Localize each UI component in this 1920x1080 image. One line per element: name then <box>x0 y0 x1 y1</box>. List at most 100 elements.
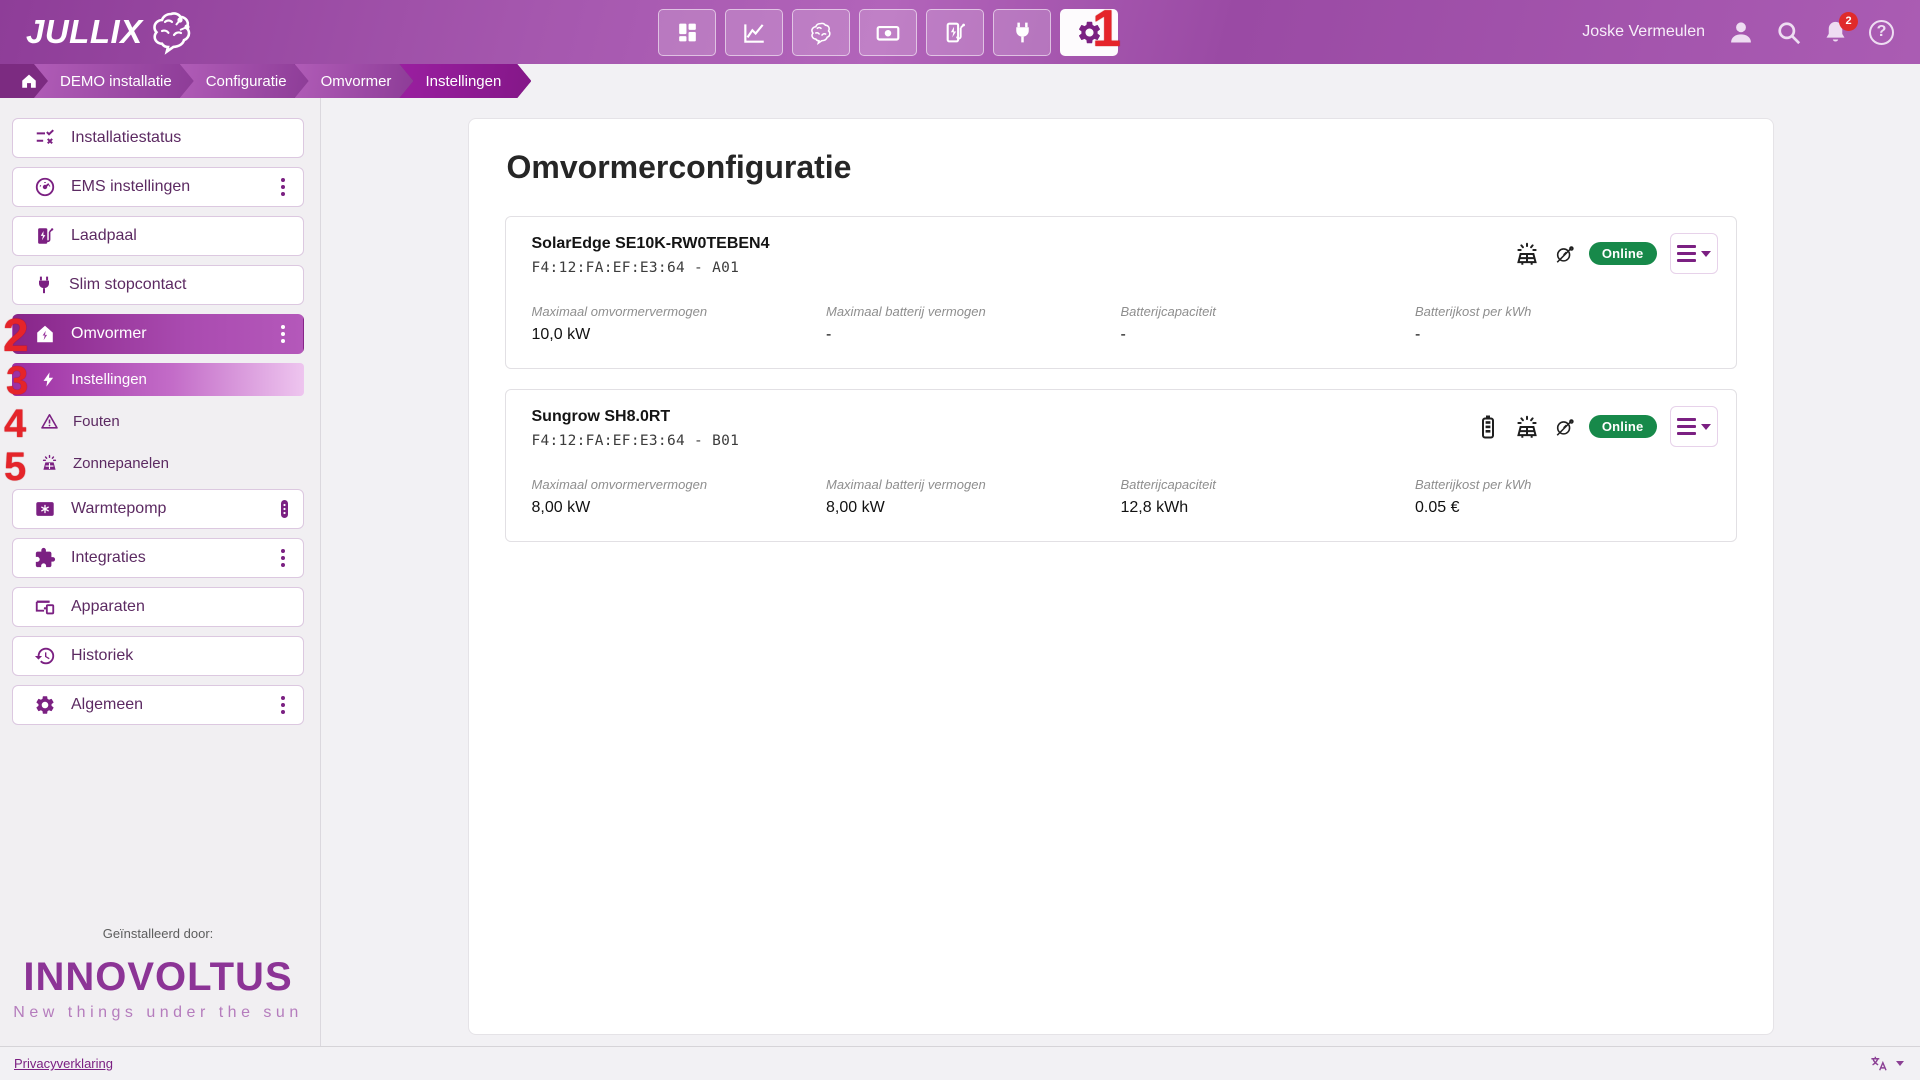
stat-label: Maximaal batterij vermogen <box>826 477 1121 492</box>
bolt-icon <box>40 371 57 388</box>
chart-icon <box>741 20 767 46</box>
inverter-status-group: Online <box>1476 406 1718 447</box>
help-icon[interactable]: ? <box>1869 20 1894 45</box>
toolbar-settings-button[interactable]: 1 <box>1060 9 1118 56</box>
sidebar-item-label: Laadpaal <box>71 227 137 245</box>
sidebar-nav: Installatiestatus EMS instellingen <box>12 118 304 725</box>
stat-value: - <box>1415 326 1710 344</box>
notifications-bell-icon[interactable]: 2 <box>1822 19 1849 46</box>
inverter-card-solaredge: SolarEdge SE10K-RW0TEBEN4 F4:12:FA:EF:E3… <box>505 216 1737 369</box>
gear-icon <box>34 694 56 716</box>
status-badge: Online <box>1589 415 1657 438</box>
sidebar-subitem-label: Fouten <box>73 413 120 430</box>
sidebar-item-historiek[interactable]: Historiek <box>12 636 304 676</box>
sidebar-item-label: Slim stopcontact <box>69 276 186 294</box>
sidebar-item-omvormer[interactable]: 2 Omvormer <box>12 314 304 354</box>
annotation-2: 2 <box>3 312 29 358</box>
stat-value: 12,8 kWh <box>1121 499 1416 517</box>
sidebar-item-slim-stopcontact[interactable]: Slim stopcontact <box>12 265 304 305</box>
breadcrumb-item-omvormer[interactable]: Omvormer <box>295 64 414 98</box>
jullix-logo[interactable]: JULLIX <box>26 8 199 56</box>
stat-label: Batterijcapaciteit <box>1121 304 1416 319</box>
sidebar-item-warmtepomp[interactable]: Warmtepomp <box>12 489 304 529</box>
history-icon <box>34 645 56 667</box>
logo-text: JULLIX <box>26 13 143 51</box>
stat: Batterijcapaciteit - <box>1121 304 1416 344</box>
kebab-menu-icon[interactable] <box>275 694 291 716</box>
stat: Batterijcapaciteit 12,8 kWh <box>1121 477 1416 517</box>
sidebar-item-algemeen[interactable]: Algemeen <box>12 685 304 725</box>
sidebar-item-label: Apparaten <box>71 598 145 616</box>
page-title: Omvormerconfiguratie <box>507 149 1737 186</box>
settings-icon <box>1076 19 1103 46</box>
sidebar-item-label: Historiek <box>71 647 133 665</box>
dashboard-icon <box>675 20 700 45</box>
sidebar-item-label: Algemeen <box>71 696 143 714</box>
user-area: Joske Vermeulen 2 ? <box>1582 18 1894 46</box>
installer-brand: Geïnstalleerd door: INNOVOLTUS New thing… <box>12 926 304 1032</box>
inverter-card-sungrow: Sungrow SH8.0RT F4:12:FA:EF:E3:64 - B01 <box>505 389 1737 542</box>
sidebar: Installatiestatus EMS instellingen <box>0 98 321 1046</box>
caret-down-icon <box>1896 1061 1904 1066</box>
house-inverter-icon <box>34 323 56 345</box>
solar-panel-icon <box>1513 240 1541 268</box>
sidebar-item-laadpaal[interactable]: Laadpaal <box>12 216 304 256</box>
kebab-menu-icon[interactable] <box>275 547 291 569</box>
caret-down-icon <box>1701 424 1711 430</box>
devices-icon <box>34 596 56 618</box>
sidebar-item-ems-instellingen[interactable]: EMS instellingen <box>12 167 304 207</box>
toolbar-finance-button[interactable] <box>859 9 917 56</box>
main-toolbar: 1 <box>658 9 1118 56</box>
puzzle-icon <box>34 547 56 569</box>
toolbar-dashboard-button[interactable] <box>658 9 716 56</box>
stat-label: Maximaal omvormervermogen <box>532 477 827 492</box>
user-avatar-icon[interactable] <box>1727 18 1755 46</box>
breadcrumb-item-instellingen[interactable]: Instellingen <box>399 64 531 98</box>
kebab-menu-icon[interactable] <box>275 323 291 345</box>
annotation-3: 3 <box>6 361 28 401</box>
language-selector[interactable] <box>1869 1054 1904 1073</box>
sidebar-item-installatiestatus[interactable]: Installatiestatus <box>12 118 304 158</box>
stat-label: Batterijkost per kWh <box>1415 477 1710 492</box>
sidebar-item-label: Installatiestatus <box>71 129 181 147</box>
sidebar-subitem-zonnepanelen[interactable]: 5 Zonnepanelen <box>12 447 304 480</box>
stat-label: Maximaal batterij vermogen <box>826 304 1121 319</box>
meter-off-icon <box>1554 416 1576 438</box>
kebab-menu-icon[interactable] <box>275 176 291 198</box>
sidebar-item-integraties[interactable]: Integraties <box>12 538 304 578</box>
gauge-icon <box>34 176 56 198</box>
sidebar-item-apparaten[interactable]: Apparaten <box>12 587 304 627</box>
money-icon <box>875 20 901 46</box>
sidebar-subitem-instellingen[interactable]: 3 Instellingen <box>12 363 304 396</box>
meter-off-icon <box>1554 243 1576 265</box>
plug-icon <box>1010 20 1035 45</box>
status-badge: Online <box>1589 242 1657 265</box>
brain-logo-icon <box>147 8 199 56</box>
heat-pump-icon <box>34 498 56 520</box>
sidebar-item-label: Warmtepomp <box>71 500 166 518</box>
privacy-link[interactable]: Privacyverklaring <box>14 1056 113 1071</box>
stat: Batterijkost per kWh 0.05 € <box>1415 477 1710 517</box>
installed-by-label: Geïnstalleerd door: <box>12 926 304 941</box>
annotation-4: 4 <box>4 404 26 444</box>
sidebar-subitem-fouten[interactable]: 4 Fouten <box>12 405 304 438</box>
inverter-menu-button[interactable] <box>1670 233 1718 274</box>
search-icon[interactable] <box>1775 19 1802 46</box>
inverter-stats: Maximaal omvormervermogen 10,0 kW Maxima… <box>532 304 1710 344</box>
breadcrumb-item-demo-installatie[interactable]: DEMO installatie <box>34 64 194 98</box>
toolbar-smartplug-button[interactable] <box>993 9 1051 56</box>
breadcrumb-item-configuratie[interactable]: Configuratie <box>180 64 309 98</box>
status-bar: Privacyverklaring <box>0 1046 1920 1080</box>
user-name: Joske Vermeulen <box>1582 23 1705 41</box>
stat-value: 0.05 € <box>1415 499 1710 517</box>
sidebar-item-label: EMS instellingen <box>71 178 190 196</box>
stat: Maximaal batterij vermogen 8,00 kW <box>826 477 1121 517</box>
sidebar-subitem-label: Zonnepanelen <box>73 455 169 472</box>
toolbar-charts-button[interactable] <box>725 9 783 56</box>
jullix-app: JULLIX <box>0 0 1920 1080</box>
translate-icon <box>1869 1054 1888 1073</box>
toolbar-charger-button[interactable] <box>926 9 984 56</box>
inverter-menu-button[interactable] <box>1670 406 1718 447</box>
toolbar-ems-button[interactable] <box>792 9 850 56</box>
breadcrumb: DEMO installatie Configuratie Omvormer I… <box>0 64 1920 98</box>
